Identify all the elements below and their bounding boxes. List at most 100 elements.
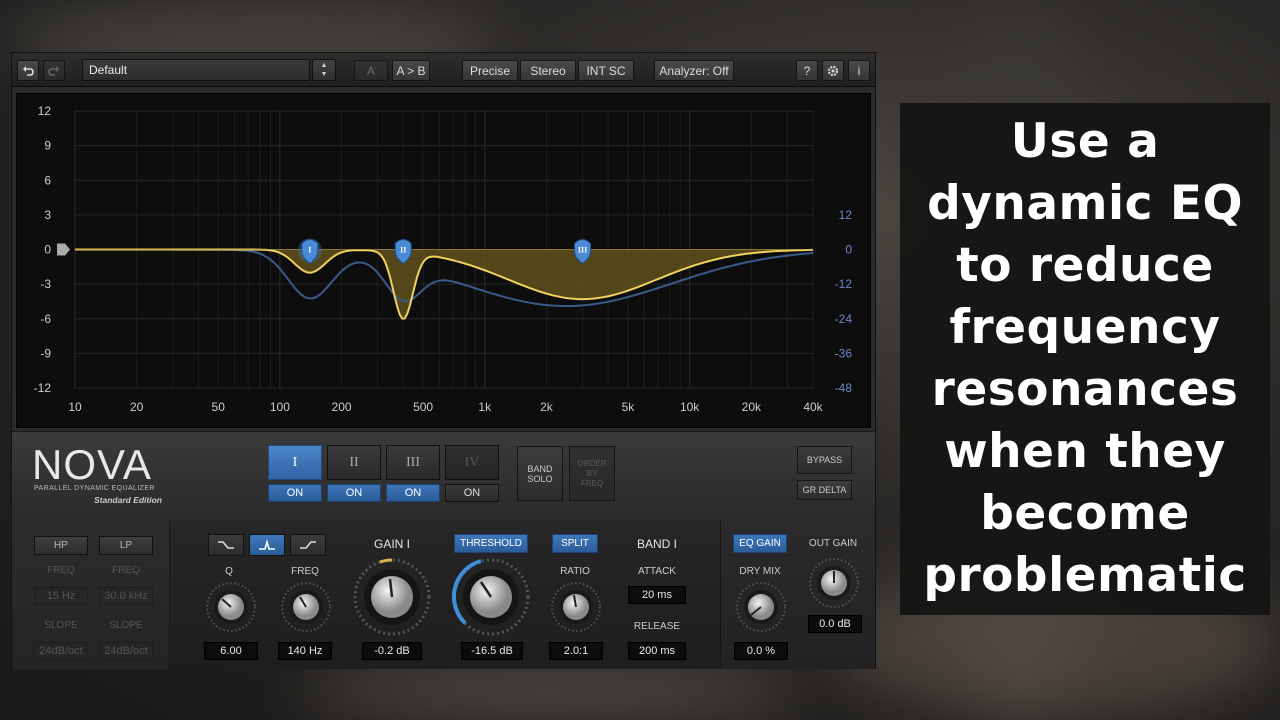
ratio-value[interactable]: 2.0:1 bbox=[549, 642, 603, 660]
x-axis-tick-label: 20k bbox=[742, 400, 762, 414]
q-knob[interactable] bbox=[205, 581, 257, 638]
band-panel: NOVA PARALLEL DYNAMIC EQUALIZER Standard… bbox=[12, 431, 875, 521]
order-label-1: ORDER bbox=[577, 458, 607, 468]
hp-slope-label: SLOPE bbox=[44, 620, 78, 631]
x-axis-tick-label: 500 bbox=[413, 400, 433, 414]
split-button[interactable]: SPLIT bbox=[552, 534, 598, 553]
x-axis-tick-label: 10 bbox=[68, 400, 82, 414]
lp-slope-label: SLOPE bbox=[109, 620, 143, 631]
preset-arrows[interactable]: ▲ ▼ bbox=[312, 59, 336, 81]
band-select-4[interactable]: IV bbox=[445, 445, 499, 480]
threshold-button[interactable]: THRESHOLD bbox=[454, 534, 528, 553]
gain-value[interactable]: -0.2 dB bbox=[362, 642, 422, 660]
x-axis-tick-label: 2k bbox=[540, 400, 554, 414]
dry-mix-knob-graphic bbox=[736, 582, 786, 632]
out-gain-value[interactable]: 0.0 dB bbox=[808, 615, 862, 633]
band-select-2[interactable]: II bbox=[327, 445, 381, 480]
threshold-knob[interactable] bbox=[451, 557, 531, 642]
stereo-button[interactable]: Stereo bbox=[520, 60, 576, 81]
x-axis-tick-label: 1k bbox=[478, 400, 492, 414]
help-button[interactable]: ? bbox=[796, 60, 818, 81]
band-select-1[interactable]: I bbox=[268, 445, 322, 480]
ab-swap-button[interactable]: A > B bbox=[392, 60, 430, 81]
shape-high-shelf-button[interactable] bbox=[290, 534, 326, 556]
out-gain-knob-graphic bbox=[809, 558, 859, 608]
eq-graph[interactable]: 12 9 6 3 0 -3 -6 -9 -12 12 0 -12 -24 -36 -48 10 20 50 100 2… bbox=[16, 93, 871, 428]
low-shelf-icon bbox=[218, 541, 234, 549]
hp-lp-section: HP LP FREQ FREQ 15 Hz 30.0 kHz SLOPE SLO… bbox=[12, 521, 170, 669]
x-axis-tick-label: 100 bbox=[270, 400, 290, 414]
freq-knob[interactable] bbox=[280, 581, 332, 638]
threshold-value[interactable]: -16.5 dB bbox=[461, 642, 523, 660]
lp-freq-label: FREQ bbox=[112, 565, 140, 576]
ratio-knob-graphic bbox=[551, 582, 601, 632]
band-on-toggle-2[interactable]: ON bbox=[327, 484, 381, 502]
band-controls: HP LP FREQ FREQ 15 Hz 30.0 kHz SLOPE SLO… bbox=[12, 521, 875, 669]
x-axis-tick-label: 40k bbox=[803, 400, 823, 414]
band-handle-label: I bbox=[308, 246, 311, 255]
lp-slope-value[interactable]: 24dB/oct bbox=[99, 642, 153, 660]
x-axis-tick-label: 50 bbox=[212, 400, 226, 414]
shape-bell-button[interactable] bbox=[249, 534, 285, 556]
lp-freq-value[interactable]: 30.0 kHz bbox=[99, 587, 153, 605]
y-axis-right-tick-label: -36 bbox=[835, 346, 853, 360]
ratio-label: RATIO bbox=[560, 566, 590, 577]
int-sc-button[interactable]: INT SC bbox=[578, 60, 634, 81]
shape-low-shelf-button[interactable] bbox=[208, 534, 244, 556]
undo-button[interactable] bbox=[17, 60, 39, 81]
lp-button[interactable]: LP bbox=[99, 536, 153, 555]
band-on-toggle-4[interactable]: ON bbox=[445, 484, 499, 502]
info-button[interactable]: i bbox=[848, 60, 870, 81]
caption-line: resonances bbox=[931, 362, 1239, 417]
analyzer-button[interactable]: Analyzer: Off bbox=[654, 60, 734, 81]
eq-gain-button[interactable]: EQ GAIN bbox=[733, 534, 787, 553]
settings-button[interactable] bbox=[822, 60, 844, 81]
freq-value[interactable]: 140 Hz bbox=[278, 642, 332, 660]
precise-button[interactable]: Precise bbox=[462, 60, 518, 81]
caption-line: when they bbox=[944, 424, 1226, 479]
order-by-freq-button[interactable]: ORDER BY FREQ bbox=[569, 446, 615, 501]
band-solo-button[interactable]: BAND SOLO bbox=[517, 446, 563, 501]
y-axis-tick-label: -3 bbox=[40, 277, 51, 291]
band-on-toggle-1[interactable]: ON bbox=[268, 484, 322, 502]
order-label-2: BY bbox=[586, 468, 598, 478]
output-level-marker bbox=[57, 243, 70, 256]
band-on-toggle-3[interactable]: ON bbox=[386, 484, 440, 502]
band-handle-label: II bbox=[400, 246, 406, 255]
release-value[interactable]: 200 ms bbox=[628, 642, 686, 660]
band-solo-label-2: SOLO bbox=[527, 473, 553, 484]
high-shelf-icon bbox=[300, 541, 316, 549]
y-axis-right-tick-label: -48 bbox=[835, 381, 853, 395]
band-select-3[interactable]: III bbox=[386, 445, 440, 480]
gain-label: GAIN I bbox=[373, 537, 410, 551]
x-axis-tick-label: 20 bbox=[130, 400, 144, 414]
preset-selector[interactable]: Default bbox=[82, 59, 310, 81]
undo-icon bbox=[23, 65, 34, 76]
hp-slope-value[interactable]: 24dB/oct bbox=[34, 642, 88, 660]
release-label: RELEASE bbox=[633, 621, 681, 632]
ab-a-button[interactable]: A bbox=[354, 60, 388, 81]
hp-freq-value[interactable]: 15 Hz bbox=[34, 587, 88, 605]
y-axis-tick-label: -12 bbox=[34, 381, 52, 395]
q-knob-graphic bbox=[206, 582, 256, 632]
nova-logo: NOVA bbox=[32, 441, 152, 488]
nova-edition: Standard Edition bbox=[94, 495, 162, 505]
y-axis-right-tick-label: -24 bbox=[835, 312, 853, 326]
band-solo-label-1: BAND bbox=[527, 463, 553, 474]
hp-button[interactable]: HP bbox=[34, 536, 88, 555]
attack-value[interactable]: 20 ms bbox=[628, 586, 686, 604]
attack-label: ATTACK bbox=[638, 566, 676, 577]
bypass-button[interactable]: BYPASS bbox=[797, 446, 852, 474]
out-gain-knob[interactable] bbox=[808, 557, 860, 614]
dry-mix-label: DRY MIX bbox=[739, 566, 781, 577]
dry-mix-knob[interactable] bbox=[735, 581, 787, 638]
ratio-knob[interactable] bbox=[550, 581, 602, 638]
y-axis-right-tick-label: -12 bbox=[835, 277, 853, 291]
output-section: EQ GAIN DRY MIX OUT GAIN 0.0 dB 0.0 % bbox=[720, 521, 875, 669]
caption-line: become bbox=[980, 486, 1190, 541]
gr-delta-button[interactable]: GR DELTA bbox=[797, 480, 852, 500]
gain-knob[interactable] bbox=[352, 557, 432, 642]
dry-mix-value[interactable]: 0.0 % bbox=[734, 642, 788, 660]
redo-button[interactable] bbox=[43, 60, 65, 81]
q-value[interactable]: 6.00 bbox=[204, 642, 258, 660]
